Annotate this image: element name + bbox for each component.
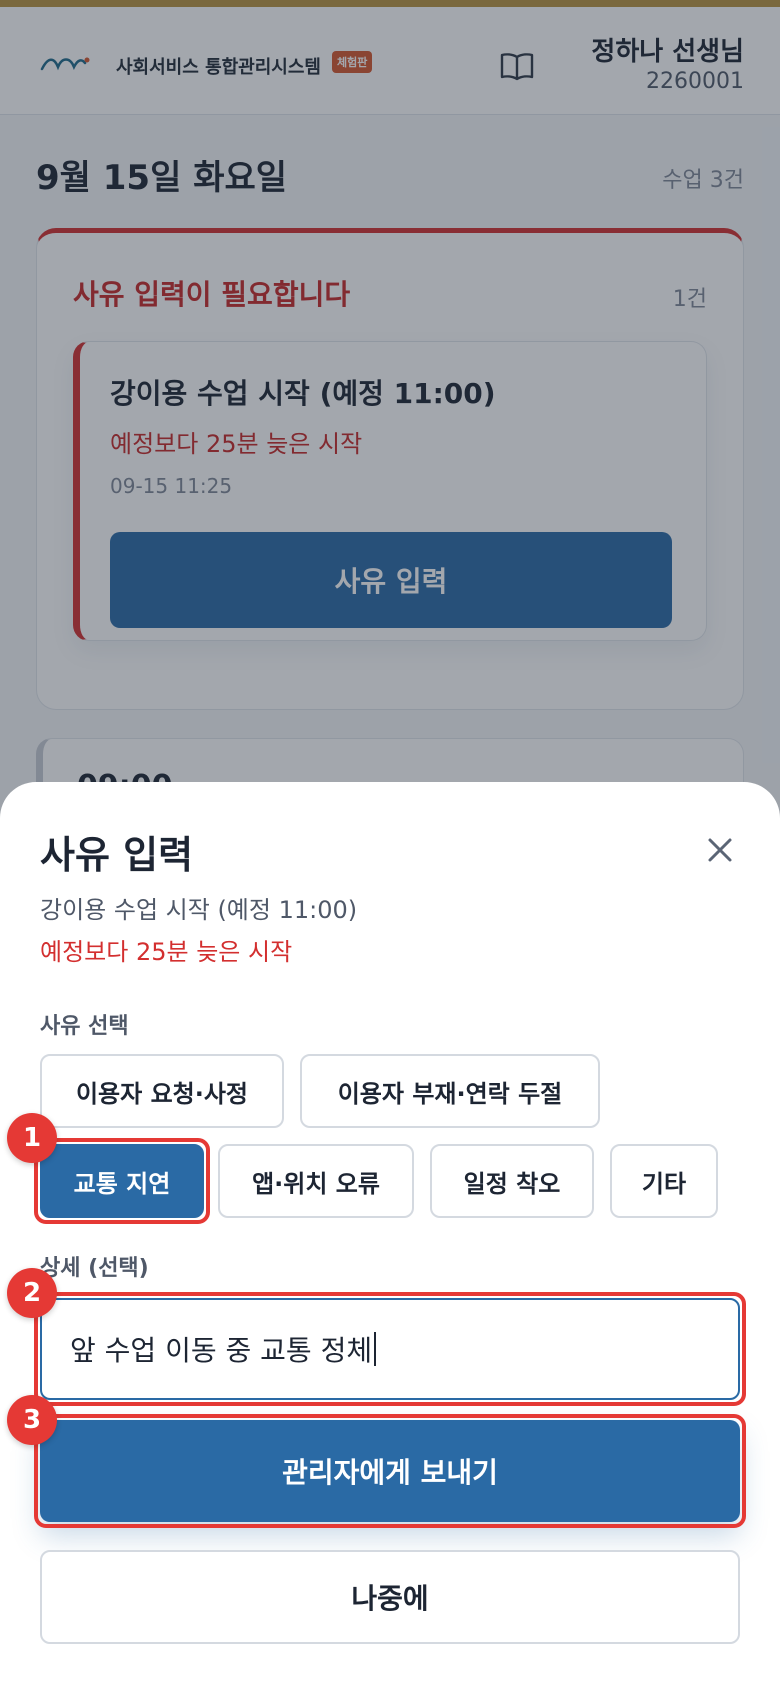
step-3-highlight <box>34 1414 746 1528</box>
reason-chip-app-location-error[interactable]: 앱·위치 오류 <box>218 1144 414 1218</box>
reason-chip-user-request[interactable]: 이용자 요청·사정 <box>40 1054 284 1128</box>
step-1-marker: 1 <box>7 1113 57 1163</box>
step-1-highlight <box>34 1138 210 1224</box>
reason-chip-user-absent[interactable]: 이용자 부재·연락 두절 <box>300 1054 600 1128</box>
reason-chip-other[interactable]: 기타 <box>610 1144 718 1218</box>
sheet-title: 사유 입력 <box>40 833 194 877</box>
reason-select-label: 사유 선택 <box>40 1014 129 1039</box>
step-2-highlight <box>34 1292 746 1406</box>
step-2-marker: 2 <box>7 1268 57 1318</box>
later-button[interactable]: 나중에 <box>40 1550 740 1644</box>
reason-bottom-sheet: 사유 입력 강이용 수업 시작 (예정 11:00) 예정보다 25분 늦은 시… <box>0 782 780 1688</box>
close-button[interactable] <box>700 832 740 872</box>
detail-label: 상세 (선택) <box>40 1256 149 1281</box>
sheet-subtitle: 강이용 수업 시작 (예정 11:00) <box>40 896 358 924</box>
step-3-marker: 3 <box>7 1395 57 1445</box>
close-icon <box>707 837 733 867</box>
sheet-delay: 예정보다 25분 늦은 시작 <box>40 938 293 966</box>
reason-chip-schedule-mistake[interactable]: 일정 착오 <box>430 1144 594 1218</box>
